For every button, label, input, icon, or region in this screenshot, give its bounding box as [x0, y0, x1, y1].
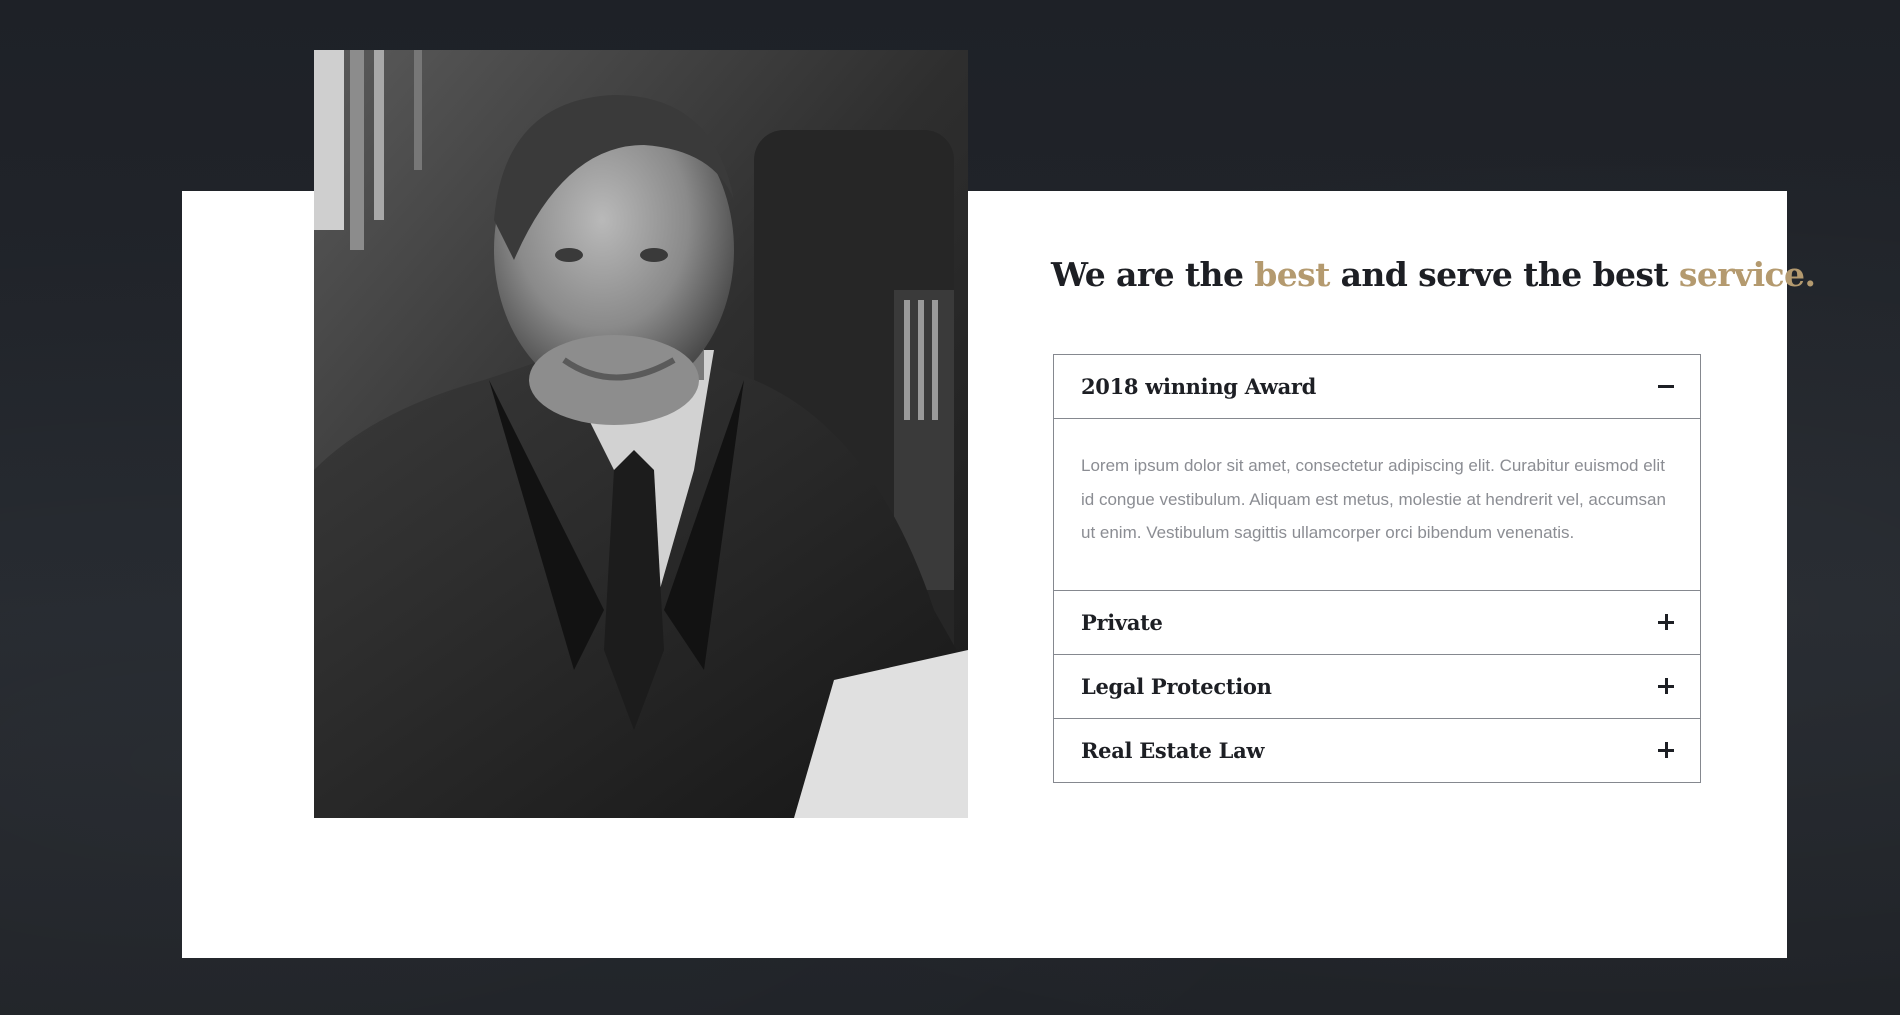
accordion-title: Private	[1081, 609, 1163, 635]
accordion-body-text: Lorem ipsum dolor sit amet, consectetur …	[1081, 456, 1666, 542]
accordion-title: Real Estate Law	[1081, 737, 1265, 763]
lawyer-portrait-photo	[314, 50, 968, 818]
accordion-body-award: Lorem ipsum dolor sit amet, consectetur …	[1054, 418, 1700, 590]
page-headline: We are the best and serve the best servi…	[1051, 255, 1816, 294]
plus-icon[interactable]	[1658, 678, 1674, 694]
headline-part-1: We are the	[1051, 255, 1255, 294]
headline-accent-service: service.	[1678, 255, 1816, 294]
accordion-item-private: Private	[1054, 589, 1700, 654]
accordion-header-legal-protection[interactable]: Legal Protection	[1054, 655, 1700, 718]
headline-accent-best: best	[1254, 255, 1330, 294]
accordion-title: 2018 winning Award	[1081, 374, 1317, 399]
accordion-item-real-estate-law: Real Estate Law	[1054, 717, 1700, 782]
minus-icon[interactable]	[1658, 379, 1674, 395]
accordion-item-legal-protection: Legal Protection	[1054, 653, 1700, 718]
services-accordion: 2018 winning Award Lorem ipsum dolor sit…	[1053, 354, 1701, 783]
accordion-header-real-estate-law[interactable]: Real Estate Law	[1054, 719, 1700, 782]
accordion-header-private[interactable]: Private	[1054, 591, 1700, 654]
accordion-title: Legal Protection	[1081, 673, 1272, 699]
plus-icon[interactable]	[1658, 742, 1674, 758]
accordion-header-award[interactable]: 2018 winning Award	[1054, 355, 1700, 418]
accordion-item-award: 2018 winning Award Lorem ipsum dolor sit…	[1054, 355, 1700, 590]
plus-icon[interactable]	[1658, 614, 1674, 630]
headline-part-2: and serve the best	[1329, 255, 1679, 294]
